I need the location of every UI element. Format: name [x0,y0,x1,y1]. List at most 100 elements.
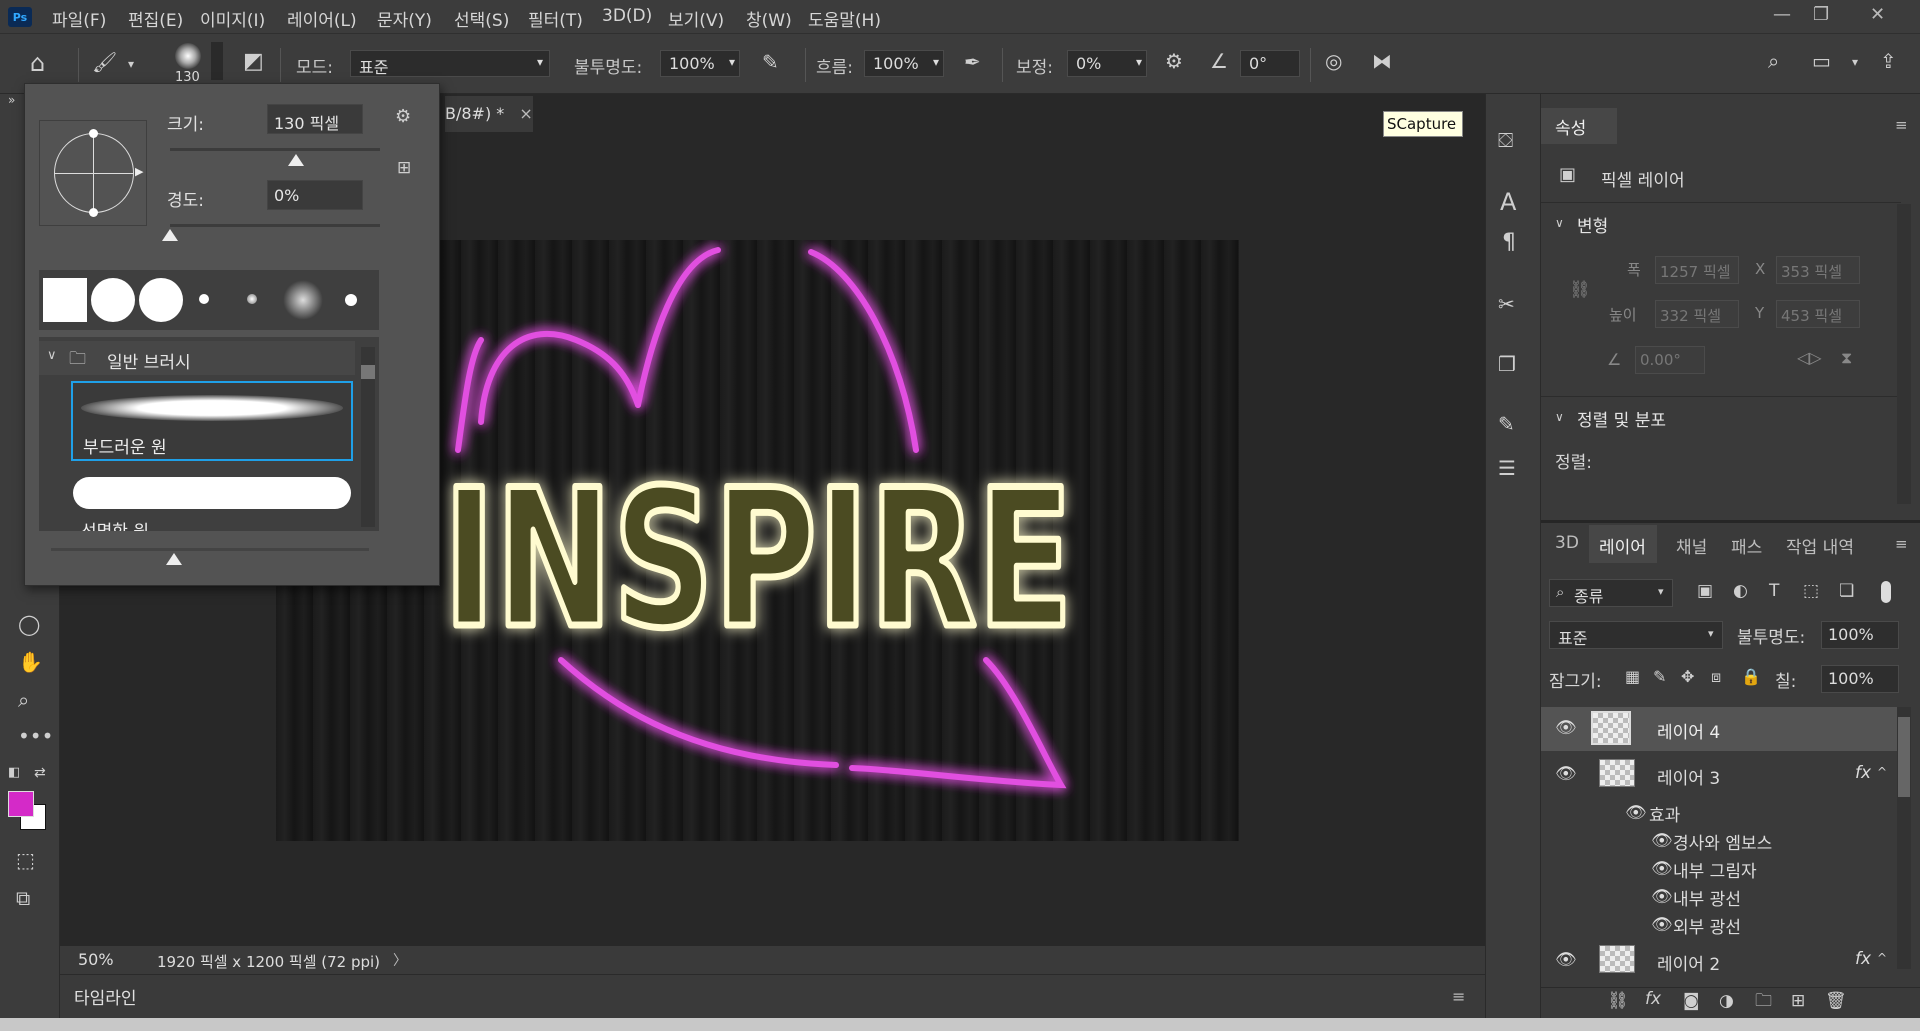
menu-select[interactable]: 선택(S) [454,6,509,31]
tab-paths[interactable]: 패스 [1731,533,1762,558]
rotation-input[interactable]: 0.00° [1635,346,1705,374]
timeline-tab[interactable]: 타임라인 [74,984,137,1009]
learn-icon[interactable]: ⛋ [1498,130,1513,150]
smoothing-input[interactable]: 0% ▾ [1067,50,1147,77]
brush-swatch[interactable] [91,278,135,322]
eye-icon[interactable]: 👁 [1625,803,1647,823]
chevron-down-icon[interactable]: ∨ [1555,216,1564,230]
link-layers-icon[interactable]: ⛓ [1607,993,1629,1010]
default-colors-icon[interactable]: ◧ [8,766,20,779]
opacity-input[interactable]: 100% ▾ [660,50,740,77]
add-style-icon[interactable]: fx [1645,991,1661,1008]
gear-icon[interactable]: ⚙ [395,108,411,126]
size-slider-handle[interactable] [288,154,304,166]
effect-item[interactable]: 내부 그림자 [1673,857,1757,882]
chevron-up-icon[interactable]: ^ [1877,765,1887,779]
layer-filter-select[interactable]: ⌕ 종류 ▾ [1549,579,1673,607]
tab-layers[interactable]: 레이어 [1599,533,1646,558]
adjustments-icon[interactable]: ☰ [1498,458,1516,478]
libraries-icon[interactable]: ❒ [1498,354,1516,374]
hardness-slider-handle[interactable] [162,229,178,241]
brush-item-selected[interactable]: 부드러운 원 [71,381,353,461]
filter-adjustment-icon[interactable]: ◐ [1733,583,1748,600]
eye-icon[interactable]: 👁 [1651,915,1673,935]
menu-type[interactable]: 문자(Y) [377,6,432,31]
menu-3d[interactable]: 3D(D) [602,6,652,26]
filter-type-icon[interactable]: T [1769,583,1779,600]
menu-image[interactable]: 이미지(I) [200,6,265,31]
brush-list-scrollbar[interactable] [361,347,375,527]
layer-row[interactable]: 👁 레이어 2 fx ^ [1541,939,1901,983]
new-group-icon[interactable]: 🗀 [1755,993,1772,1010]
width-input[interactable]: 1257 픽셀 [1655,256,1739,284]
eye-icon[interactable]: 👁 [1651,859,1673,879]
add-preset-icon[interactable]: ⊞ [397,160,411,177]
menu-window[interactable]: 창(W) [746,6,792,31]
chevron-down-icon[interactable]: ∨ [47,348,57,363]
layers-scrollbar[interactable] [1897,707,1911,969]
fill-input[interactable]: 100% [1821,665,1899,693]
chevron-right-icon[interactable]: 〉 [393,950,407,970]
fx-badge[interactable]: fx [1855,763,1871,783]
brush-folder[interactable]: ∨ 🗀 일반 브러시 [39,341,355,375]
tab-properties[interactable]: 속성 [1555,114,1586,139]
effect-item[interactable]: 내부 광선 [1673,885,1741,910]
filter-smart-object-icon[interactable]: ❏ [1839,583,1854,600]
chevron-down-icon[interactable]: ▾ [1852,56,1858,68]
search-icon[interactable]: ⌕ [1768,51,1779,71]
hardness-slider-track[interactable] [170,224,380,227]
menu-view[interactable]: 보기(V) [668,6,724,31]
quick-mask-icon[interactable]: ⬚ [16,850,35,870]
filter-pixel-icon[interactable]: ▣ [1697,583,1713,600]
document-tab[interactable]: B/8#) * × [445,96,533,132]
filter-toggle[interactable] [1881,581,1891,603]
panel-menu-icon[interactable]: ≡ [1895,535,1908,553]
flip-horizontal-icon[interactable]: ◁▷ [1797,348,1822,367]
brush-swatch[interactable] [247,294,257,304]
lock-all-icon[interactable]: 🔒 [1741,669,1761,685]
fx-badge[interactable]: fx [1855,949,1871,969]
delete-layer-icon[interactable]: 🗑 [1825,993,1847,1010]
preview-size-slider[interactable] [51,548,369,551]
flip-vertical-icon[interactable]: ⧗ [1841,348,1852,368]
lock-pixels-icon[interactable]: ✎ [1653,669,1666,685]
share-icon[interactable]: ⇪ [1880,51,1897,71]
size-input[interactable]: 130 픽셀 [267,104,363,134]
chevron-down-icon[interactable]: ▾ [128,58,134,70]
layer-row[interactable]: 👁 레이어 3 fx ^ [1541,753,1901,797]
restore-icon[interactable]: ❐ [1813,4,1829,25]
menu-filter[interactable]: 필터(T) [528,6,583,31]
brush-settings-icon[interactable]: ✎ [1498,414,1515,434]
character-icon[interactable]: A [1500,190,1516,214]
symmetry-icon[interactable]: ⧓ [1372,51,1392,71]
layer-row[interactable]: 👁 레이어 4 [1541,707,1901,751]
brush-swatch[interactable] [43,278,87,322]
chevron-up-icon[interactable]: ^ [1877,951,1887,965]
lock-position-icon[interactable]: ✥ [1681,669,1694,685]
brush-swatch[interactable] [283,280,323,320]
flow-input[interactable]: 100% ▾ [864,50,944,77]
angle-input[interactable]: 0° [1240,50,1300,77]
mode-select[interactable]: 표준 ▾ [350,50,550,77]
hardness-input[interactable]: 0% [267,180,363,210]
panel-menu-icon[interactable]: ≡ [1452,987,1465,1006]
menu-edit[interactable]: 편집(E) [128,6,183,31]
hand-tool-icon[interactable]: ✋ [18,652,43,672]
pressure-opacity-icon[interactable]: ✎ [762,52,779,72]
paragraph-icon[interactable]: ¶ [1502,232,1516,254]
align-section[interactable]: 정렬 및 분포 [1577,406,1666,431]
size-slider-track[interactable] [170,148,380,151]
brush-preset-dropdown[interactable] [211,42,223,80]
swap-colors-icon[interactable]: ⇄ [34,766,46,780]
tab-history[interactable]: 작업 내역 [1786,533,1854,558]
collapse-icon[interactable]: » [8,94,15,106]
tab-3d[interactable]: 3D [1555,533,1579,553]
airbrush-icon[interactable]: ✒ [964,52,981,72]
eye-icon[interactable]: 👁 [1651,831,1673,851]
brush-preset-icon[interactable] [175,43,201,69]
zoom-tool-icon[interactable]: ⌕ [18,690,29,710]
brush-angle-preview[interactable]: ▶ [39,120,147,226]
layer-opacity-input[interactable]: 100% [1821,621,1899,649]
more-tools-icon[interactable]: ••• [18,726,53,746]
tools-icon[interactable]: ✂ [1498,294,1515,314]
